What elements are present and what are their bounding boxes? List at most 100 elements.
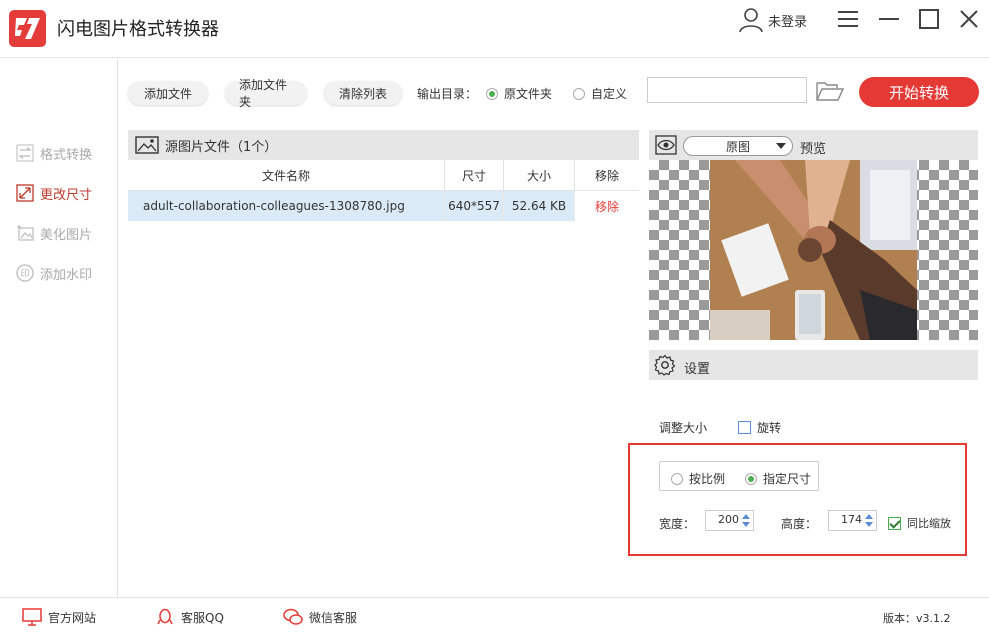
version-label: 版本：v3.1.2 [883, 612, 951, 625]
eye-icon [655, 135, 677, 155]
login-status-label: 未登录 [768, 14, 808, 30]
wechat-support-label: 微信客服 [309, 610, 358, 625]
app-logo-icon [9, 10, 46, 47]
settings-title: 设置 [684, 362, 711, 377]
add-file-button[interactable]: 添加文件 [128, 81, 208, 105]
app-title: 闪电图片格式转换器 [57, 19, 219, 40]
minimize-button[interactable] [878, 8, 900, 30]
checkbox-label: 旋转 [757, 421, 782, 435]
file-dimensions-cell: 640*557 [445, 191, 504, 221]
decrement-arrow-icon[interactable] [742, 522, 750, 527]
sidebar-item-resize[interactable]: 更改尺寸 [16, 183, 92, 203]
preview-mode-select[interactable]: 原图 [683, 136, 793, 156]
preview-label: 预览 [800, 142, 827, 157]
preview-image [710, 160, 917, 340]
title-bar: 闪电图片格式转换器 未登录 [0, 0, 989, 58]
rotate-checkbox[interactable]: 旋转 [738, 419, 781, 436]
svg-text:印: 印 [20, 268, 29, 280]
column-header-dimensions: 尺寸 [445, 160, 504, 191]
remove-file-link[interactable]: 移除 [575, 191, 639, 221]
table-row[interactable]: adult-collaboration-colleagues-1308780.j… [128, 191, 639, 221]
specify-size-radio[interactable]: 指定尺寸 [745, 470, 811, 487]
output-path-input[interactable] [647, 77, 807, 103]
output-custom-radio[interactable]: 自定义 [573, 85, 627, 102]
close-icon [960, 10, 978, 28]
checkbox-label: 同比缩放 [907, 517, 951, 530]
qq-support-label: 客服QQ [181, 610, 224, 625]
keep-ratio-checkbox[interactable]: 同比缩放 [888, 515, 951, 531]
source-file-panel: 源图片文件（1个） 文件名称 尺寸 大小 移除 adult-collaborat… [128, 130, 639, 590]
wechat-support-link[interactable]: 微信客服 [283, 608, 357, 626]
preview-header: 原图 预览 [649, 130, 978, 160]
status-bar: 官方网站 客服QQ 微信客服 版本：v3.1.2 [0, 597, 989, 635]
increment-arrow-icon[interactable] [742, 514, 750, 519]
qq-penguin-icon [157, 608, 173, 625]
sidebar-item-watermark[interactable]: 印 添加水印 [16, 263, 92, 283]
minimize-icon [879, 18, 899, 20]
width-stepper[interactable]: 200 [705, 510, 754, 531]
height-value: 174 [841, 513, 862, 526]
height-label: 高度： [781, 517, 818, 531]
column-header-filename: 文件名称 [128, 160, 445, 191]
height-stepper[interactable]: 174 [828, 510, 877, 531]
image-icon [135, 136, 159, 154]
radio-indicator [671, 472, 683, 485]
hamburger-menu-icon [838, 11, 858, 27]
settings-header: 设置 [649, 350, 978, 380]
watermark-icon: 印 [16, 264, 34, 282]
radio-label: 自定义 [591, 87, 628, 101]
radio-label: 按比例 [689, 472, 726, 486]
file-size-cell: 52.64 KB [504, 191, 575, 221]
user-icon [739, 8, 763, 33]
beautify-image-icon [17, 225, 34, 241]
file-table-header: 文件名称 尺寸 大小 移除 [128, 160, 639, 191]
output-original-folder-radio[interactable]: 原文件夹 [486, 85, 552, 102]
radio-label: 指定尺寸 [763, 472, 812, 486]
qq-support-link[interactable]: 客服QQ [155, 608, 224, 626]
output-directory-label: 输出目录： [417, 87, 478, 101]
resize-icon [16, 184, 34, 202]
official-website-link[interactable]: 官方网站 [22, 608, 96, 626]
file-name-cell: adult-collaboration-colleagues-1308780.j… [128, 191, 445, 221]
source-file-title: 源图片文件（1个） [165, 139, 278, 155]
resize-options-highlight [628, 443, 967, 556]
radio-indicator [745, 472, 757, 485]
width-value: 200 [718, 513, 739, 526]
decrement-arrow-icon[interactable] [865, 522, 873, 527]
sidebar-item-format-convert[interactable]: 格式转换 [16, 143, 92, 163]
sidebar-item-label: 添加水印 [40, 267, 93, 283]
increment-arrow-icon[interactable] [865, 514, 873, 519]
sidebar-item-label: 格式转换 [40, 147, 93, 163]
checkbox-box [888, 516, 901, 530]
sidebar-item-label: 美化图片 [40, 227, 93, 243]
swap-arrows-icon [16, 144, 34, 162]
preview-panel: 原图 预览 [649, 130, 978, 340]
column-header-filesize: 大小 [504, 160, 575, 191]
scale-by-ratio-radio[interactable]: 按比例 [671, 470, 725, 487]
menu-button[interactable] [837, 8, 859, 30]
clear-list-button[interactable]: 清除列表 [324, 81, 402, 105]
resize-mode-group: 按比例 指定尺寸 [659, 461, 819, 491]
radio-indicator [486, 87, 498, 100]
radio-label: 原文件夹 [504, 87, 553, 101]
width-label: 宽度： [659, 517, 696, 531]
resize-label: 调整大小 [659, 421, 708, 435]
maximize-icon [919, 9, 939, 29]
start-convert-button[interactable]: 开始转换 [859, 77, 979, 107]
folder-open-icon[interactable] [816, 80, 844, 102]
add-folder-button[interactable]: 添加文件夹 [225, 78, 307, 109]
close-button[interactable] [958, 8, 980, 30]
sidebar-item-beautify[interactable]: 美化图片 [16, 223, 92, 243]
toolbar: 添加文件 添加文件夹 清除列表 输出目录： 原文件夹 自定义 开始转换 [118, 59, 989, 121]
login-button[interactable]: 未登录 [738, 8, 808, 33]
official-website-label: 官方网站 [48, 610, 97, 625]
gear-icon [654, 354, 676, 376]
monitor-icon [22, 608, 42, 626]
wechat-icon [283, 608, 303, 625]
radio-indicator [573, 87, 585, 100]
sidebar: 格式转换 更改尺寸 美化图片 印 添加水印 [0, 59, 118, 597]
preview-mode-value: 原图 [725, 139, 750, 154]
column-header-remove: 移除 [594, 169, 619, 183]
maximize-button[interactable] [918, 8, 940, 30]
checkbox-box [738, 421, 751, 434]
